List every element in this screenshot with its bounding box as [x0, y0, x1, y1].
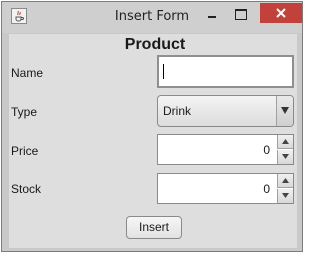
price-value: 0	[263, 143, 270, 157]
form-panel: Product Name Type Drink Price 0 Stock 0 …	[9, 34, 297, 248]
price-label: Price	[11, 144, 39, 158]
price-increment-button[interactable]	[277, 135, 293, 149]
maximize-button[interactable]	[230, 6, 254, 24]
close-button[interactable]	[260, 3, 302, 23]
stock-label: Stock	[11, 182, 42, 196]
type-select[interactable]: Drink	[157, 95, 294, 127]
minimize-icon	[208, 16, 216, 18]
price-spinner[interactable]: 0	[157, 134, 294, 165]
chevron-down-icon	[281, 107, 289, 114]
price-decrement-button[interactable]	[277, 150, 293, 164]
stock-value: 0	[263, 182, 270, 196]
form-heading: Product	[124, 36, 186, 53]
triangle-up-icon	[282, 139, 289, 144]
type-dropdown-button[interactable]	[276, 96, 293, 126]
type-selected-value: Drink	[163, 104, 192, 118]
insert-button[interactable]: Insert	[126, 216, 182, 239]
triangle-up-icon	[282, 178, 289, 183]
stock-spinner[interactable]: 0	[157, 173, 294, 204]
title-bar[interactable]: Insert Form	[2, 2, 302, 33]
window-title: Insert Form	[114, 9, 190, 24]
triangle-down-icon	[282, 154, 289, 159]
java-cup-icon[interactable]	[11, 8, 27, 24]
name-label: Name	[11, 66, 44, 80]
close-icon	[276, 8, 286, 18]
stock-decrement-button[interactable]	[277, 189, 293, 203]
stock-increment-button[interactable]	[277, 174, 293, 188]
insert-form-window: Insert Form Product Name Type Drink Pric…	[1, 1, 303, 252]
minimize-button[interactable]	[201, 6, 225, 24]
name-input[interactable]	[157, 55, 294, 88]
triangle-down-icon	[282, 193, 289, 198]
maximize-icon	[235, 9, 247, 20]
type-label: Type	[11, 105, 38, 119]
text-caret	[163, 64, 164, 79]
